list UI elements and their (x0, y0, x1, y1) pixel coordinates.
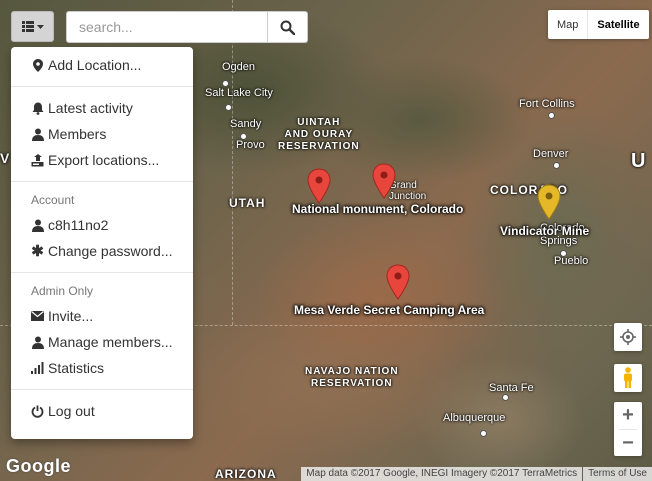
city-pueblo: Pueblo (554, 255, 589, 267)
marker-mesa-verde[interactable] (386, 264, 410, 300)
user-icon (31, 336, 44, 349)
search-input[interactable] (66, 11, 268, 43)
navajo-line1: NAVAJO NATION (305, 366, 399, 377)
menu-item-members[interactable]: Members (11, 121, 193, 147)
export-icon (31, 153, 44, 167)
menu-divider (11, 86, 193, 87)
search-button[interactable] (268, 11, 308, 43)
zoom-out-button[interactable]: − (614, 430, 642, 456)
pegman-icon (624, 367, 632, 388)
edge-label-left: V (0, 150, 10, 166)
city-ogden: Ogden (222, 61, 256, 73)
menu-section-account: Account (31, 193, 75, 207)
navajo-line2: RESERVATION (310, 378, 393, 389)
city-salt-lake-city: Salt Lake City (205, 87, 273, 99)
my-location-button[interactable] (614, 323, 642, 351)
menu-item-add-location[interactable]: Add Location... (11, 52, 193, 78)
marker-vindicator-mine[interactable] (537, 184, 561, 220)
city-dot (225, 104, 232, 111)
menu-item-manage-members[interactable]: Manage members... (11, 329, 193, 355)
menu-item-label: Statistics (48, 360, 105, 376)
marker-label-mesa-verde: Mesa Verde Secret Camping Area (294, 303, 485, 317)
menu-item-export-locations[interactable]: Export locations... (11, 147, 193, 173)
state-utah: UTAH (229, 196, 266, 210)
main-dropdown-menu: Add Location... Latest activity Members … (11, 47, 193, 439)
map-type-map-button[interactable]: Map (548, 10, 587, 39)
map-attribution: Map data ©2017 Google, INEGI Imagery ©20… (301, 467, 652, 481)
city-dot (502, 394, 509, 401)
state-arizona: ARIZONA (215, 467, 277, 481)
google-logo: Google (6, 456, 71, 476)
menu-item-label: Invite... (48, 308, 94, 324)
edge-label-right: U (631, 150, 646, 172)
menu-item-label: Change password... (48, 243, 173, 259)
menu-toggle-button[interactable] (11, 11, 54, 42)
menu-item-change-password[interactable]: ✱ Change password... (11, 238, 193, 264)
uintah-reservation-label: UINTAH AND OURAY RESERVATION (278, 117, 360, 153)
menu-item-label: Log out (48, 403, 95, 419)
city-albuquerque: Albuquerque (443, 412, 506, 424)
state-border-utah-colorado (232, 0, 233, 325)
marker-label-vindicator-mine: Vindicator Mine (500, 224, 590, 238)
city-denver: Denver (533, 148, 569, 160)
city-fort-collins: Fort Collins (519, 98, 575, 110)
menu-item-username[interactable]: c8h11no2 (11, 212, 193, 238)
city-dot (222, 80, 229, 87)
menu-item-label: c8h11no2 (48, 217, 109, 233)
city-dot (480, 430, 487, 437)
envelope-icon (31, 311, 44, 321)
terms-of-use-link[interactable]: Terms of Use (583, 467, 652, 481)
menu-item-label: Export locations... (48, 152, 160, 168)
city-dot (553, 162, 560, 169)
map-marker-icon (31, 58, 44, 72)
menu-item-log-out[interactable]: Log out (11, 398, 193, 424)
user-icon (31, 128, 44, 141)
marker-grand-junction[interactable] (372, 163, 396, 199)
search-bar (66, 11, 308, 43)
menu-item-label: Latest activity (48, 100, 133, 116)
menu-divider (11, 272, 193, 273)
zoom-in-button[interactable]: + (614, 402, 642, 429)
marker-national-monument[interactable] (307, 168, 331, 204)
signal-bars-icon (31, 362, 44, 374)
menu-item-latest-activity[interactable]: Latest activity (11, 95, 193, 121)
marker-label-national-monument: National monument, Colorado (292, 202, 464, 216)
crosshair-icon (620, 329, 636, 345)
city-sandy: Sandy (230, 118, 262, 130)
menu-item-label: Manage members... (48, 334, 173, 350)
menu-item-label: Add Location... (48, 57, 142, 73)
menu-section-admin: Admin Only (31, 284, 94, 298)
list-icon (21, 21, 34, 32)
city-provo: Provo (236, 139, 265, 151)
menu-divider (11, 389, 193, 390)
power-icon (31, 405, 44, 418)
asterisk-icon: ✱ (31, 243, 44, 260)
menu-item-statistics[interactable]: Statistics (11, 355, 193, 381)
city-dot (548, 112, 555, 119)
menu-item-label: Members (48, 126, 107, 142)
menu-item-invite[interactable]: Invite... (11, 303, 193, 329)
user-icon (31, 219, 44, 232)
search-icon (280, 20, 295, 35)
zoom-control: + − (614, 402, 642, 456)
uintah-line2: AND OURAY (284, 129, 354, 140)
street-view-pegman-button[interactable] (614, 364, 642, 392)
map-data-attribution: Map data ©2017 Google, INEGI Imagery ©20… (301, 467, 583, 481)
map-type-satellite-button[interactable]: Satellite (587, 10, 648, 39)
map-type-control: Map Satellite (548, 10, 649, 39)
menu-divider (11, 181, 193, 182)
uintah-line3: RESERVATION (278, 141, 360, 152)
uintah-line1: UINTAH (297, 117, 341, 128)
city-santa-fe: Santa Fe (489, 382, 534, 394)
navajo-reservation-label: NAVAJO NATION RESERVATION (305, 366, 399, 390)
caret-down-icon (36, 24, 44, 29)
bell-icon (31, 102, 44, 115)
